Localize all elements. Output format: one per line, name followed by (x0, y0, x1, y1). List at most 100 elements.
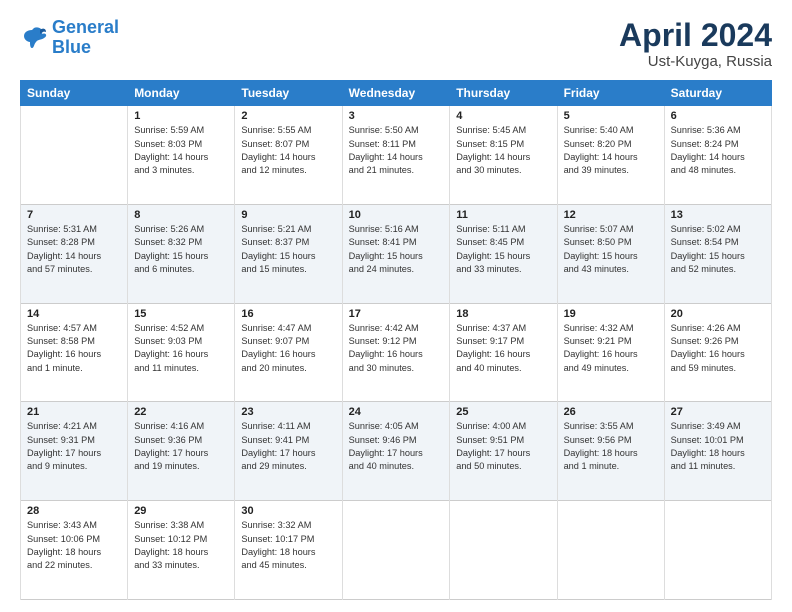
day-number: 14 (27, 308, 121, 320)
calendar-cell (557, 501, 664, 600)
col-saturday: Saturday (664, 81, 771, 106)
day-info: Sunrise: 5:40 AM Sunset: 8:20 PM Dayligh… (564, 124, 658, 177)
day-number: 11 (456, 209, 550, 221)
day-number: 28 (27, 505, 121, 517)
calendar-cell: 14 Sunrise: 4:57 AM Sunset: 8:58 PM Dayli… (21, 303, 128, 402)
day-info: Sunrise: 5:36 AM Sunset: 8:24 PM Dayligh… (671, 124, 765, 177)
day-info: Sunrise: 3:55 AM Sunset: 9:56 PM Dayligh… (564, 420, 658, 473)
day-number: 2 (241, 110, 335, 122)
calendar-cell: 22 Sunrise: 4:16 AM Sunset: 9:36 PM Dayli… (128, 402, 235, 501)
calendar-cell (342, 501, 450, 600)
day-info: Sunrise: 4:57 AM Sunset: 8:58 PM Dayligh… (27, 322, 121, 375)
calendar-cell: 25Sunrise: 4:00 AM Sunset: 9:51 PM Dayli… (450, 402, 557, 501)
calendar-cell: 19Sunrise: 4:32 AM Sunset: 9:21 PM Dayli… (557, 303, 664, 402)
day-number: 30 (241, 505, 335, 517)
day-info: Sunrise: 4:42 AM Sunset: 9:12 PM Dayligh… (349, 322, 444, 375)
day-number: 15 (134, 308, 228, 320)
calendar-body: 1 Sunrise: 5:59 AM Sunset: 8:03 PM Daylig… (21, 106, 772, 600)
calendar-cell: 27 Sunrise: 3:49 AM Sunset: 10:01 PM Dayl… (664, 402, 771, 501)
day-info: Sunrise: 5:59 AM Sunset: 8:03 PM Dayligh… (134, 124, 228, 177)
logo-text: General Blue (52, 18, 119, 58)
calendar-week-1: 1 Sunrise: 5:59 AM Sunset: 8:03 PM Daylig… (21, 106, 772, 205)
day-info: Sunrise: 4:47 AM Sunset: 9:07 PM Dayligh… (241, 322, 335, 375)
calendar-cell: 1 Sunrise: 5:59 AM Sunset: 8:03 PM Daylig… (128, 106, 235, 205)
day-info: Sunrise: 4:26 AM Sunset: 9:26 PM Dayligh… (671, 322, 765, 375)
day-number: 25 (456, 406, 550, 418)
day-number: 5 (564, 110, 658, 122)
day-info: Sunrise: 5:50 AM Sunset: 8:11 PM Dayligh… (349, 124, 444, 177)
calendar-cell: 13Sunrise: 5:02 AM Sunset: 8:54 PM Dayli… (664, 204, 771, 303)
day-info: Sunrise: 5:16 AM Sunset: 8:41 PM Dayligh… (349, 223, 444, 276)
day-number: 3 (349, 110, 444, 122)
day-info: Sunrise: 5:45 AM Sunset: 8:15 PM Dayligh… (456, 124, 550, 177)
col-friday: Friday (557, 81, 664, 106)
calendar-cell: 7Sunrise: 5:31 AM Sunset: 8:28 PM Daylig… (21, 204, 128, 303)
day-number: 12 (564, 209, 658, 221)
day-info: Sunrise: 4:11 AM Sunset: 9:41 PM Dayligh… (241, 420, 335, 473)
day-info: Sunrise: 3:43 AM Sunset: 10:06 PM Daylig… (27, 519, 121, 572)
calendar-cell: 11 Sunrise: 5:11 AM Sunset: 8:45 PM Dayli… (450, 204, 557, 303)
day-info: Sunrise: 5:11 AM Sunset: 8:45 PM Dayligh… (456, 223, 550, 276)
calendar-week-5: 28 Sunrise: 3:43 AM Sunset: 10:06 PM Dayl… (21, 501, 772, 600)
day-number: 29 (134, 505, 228, 517)
day-number: 8 (134, 209, 228, 221)
calendar-cell: 4Sunrise: 5:45 AM Sunset: 8:15 PM Daylig… (450, 106, 557, 205)
header-row: Sunday Monday Tuesday Wednesday Thursday… (21, 81, 772, 106)
calendar-cell: 28 Sunrise: 3:43 AM Sunset: 10:06 PM Dayl… (21, 501, 128, 600)
calendar-cell (450, 501, 557, 600)
location: Ust-Kuyga, Russia (619, 53, 772, 70)
page: General Blue April 2024 Ust-Kuyga, Russi… (0, 0, 792, 612)
day-number: 1 (134, 110, 228, 122)
calendar-cell: 29 Sunrise: 3:38 AM Sunset: 10:12 PM Dayl… (128, 501, 235, 600)
calendar-cell: 18 Sunrise: 4:37 AM Sunset: 9:17 PM Dayli… (450, 303, 557, 402)
calendar-cell: 30Sunrise: 3:32 AM Sunset: 10:17 PM Dayl… (235, 501, 342, 600)
calendar-cell (664, 501, 771, 600)
day-info: Sunrise: 5:55 AM Sunset: 8:07 PM Dayligh… (241, 124, 335, 177)
calendar-table: Sunday Monday Tuesday Wednesday Thursday… (20, 80, 772, 600)
day-number: 26 (564, 406, 658, 418)
calendar-cell: 20Sunrise: 4:26 AM Sunset: 9:26 PM Dayli… (664, 303, 771, 402)
day-info: Sunrise: 5:21 AM Sunset: 8:37 PM Dayligh… (241, 223, 335, 276)
day-number: 27 (671, 406, 765, 418)
logo: General Blue (20, 18, 119, 58)
day-number: 6 (671, 110, 765, 122)
day-number: 22 (134, 406, 228, 418)
calendar-cell: 16 Sunrise: 4:47 AM Sunset: 9:07 PM Dayli… (235, 303, 342, 402)
calendar-cell: 5 Sunrise: 5:40 AM Sunset: 8:20 PM Daylig… (557, 106, 664, 205)
day-info: Sunrise: 3:49 AM Sunset: 10:01 PM Daylig… (671, 420, 765, 473)
calendar-cell: 2 Sunrise: 5:55 AM Sunset: 8:07 PM Daylig… (235, 106, 342, 205)
day-info: Sunrise: 5:26 AM Sunset: 8:32 PM Dayligh… (134, 223, 228, 276)
day-info: Sunrise: 3:38 AM Sunset: 10:12 PM Daylig… (134, 519, 228, 572)
day-info: Sunrise: 4:37 AM Sunset: 9:17 PM Dayligh… (456, 322, 550, 375)
day-number: 24 (349, 406, 444, 418)
calendar-cell: 9Sunrise: 5:21 AM Sunset: 8:37 PM Daylig… (235, 204, 342, 303)
day-number: 16 (241, 308, 335, 320)
day-info: Sunrise: 5:07 AM Sunset: 8:50 PM Dayligh… (564, 223, 658, 276)
col-sunday: Sunday (21, 81, 128, 106)
col-monday: Monday (128, 81, 235, 106)
calendar-cell: 17Sunrise: 4:42 AM Sunset: 9:12 PM Dayli… (342, 303, 450, 402)
col-thursday: Thursday (450, 81, 557, 106)
calendar-week-4: 21Sunrise: 4:21 AM Sunset: 9:31 PM Dayli… (21, 402, 772, 501)
day-info: Sunrise: 4:05 AM Sunset: 9:46 PM Dayligh… (349, 420, 444, 473)
day-number: 10 (349, 209, 444, 221)
logo-line2: Blue (52, 37, 91, 57)
calendar-cell: 15 Sunrise: 4:52 AM Sunset: 9:03 PM Dayli… (128, 303, 235, 402)
calendar-cell: 26 Sunrise: 3:55 AM Sunset: 9:56 PM Dayli… (557, 402, 664, 501)
col-wednesday: Wednesday (342, 81, 450, 106)
calendar-cell: 3 Sunrise: 5:50 AM Sunset: 8:11 PM Daylig… (342, 106, 450, 205)
calendar-cell: 24 Sunrise: 4:05 AM Sunset: 9:46 PM Dayli… (342, 402, 450, 501)
calendar-cell: 10 Sunrise: 5:16 AM Sunset: 8:41 PM Dayli… (342, 204, 450, 303)
day-info: Sunrise: 4:52 AM Sunset: 9:03 PM Dayligh… (134, 322, 228, 375)
calendar-week-3: 14 Sunrise: 4:57 AM Sunset: 8:58 PM Dayli… (21, 303, 772, 402)
day-number: 18 (456, 308, 550, 320)
day-info: Sunrise: 4:21 AM Sunset: 9:31 PM Dayligh… (27, 420, 121, 473)
calendar-cell: 6 Sunrise: 5:36 AM Sunset: 8:24 PM Daylig… (664, 106, 771, 205)
logo-icon (20, 24, 48, 52)
calendar-cell: 12 Sunrise: 5:07 AM Sunset: 8:50 PM Dayli… (557, 204, 664, 303)
day-number: 13 (671, 209, 765, 221)
calendar-cell: 8 Sunrise: 5:26 AM Sunset: 8:32 PM Daylig… (128, 204, 235, 303)
day-info: Sunrise: 4:16 AM Sunset: 9:36 PM Dayligh… (134, 420, 228, 473)
day-info: Sunrise: 4:32 AM Sunset: 9:21 PM Dayligh… (564, 322, 658, 375)
col-tuesday: Tuesday (235, 81, 342, 106)
